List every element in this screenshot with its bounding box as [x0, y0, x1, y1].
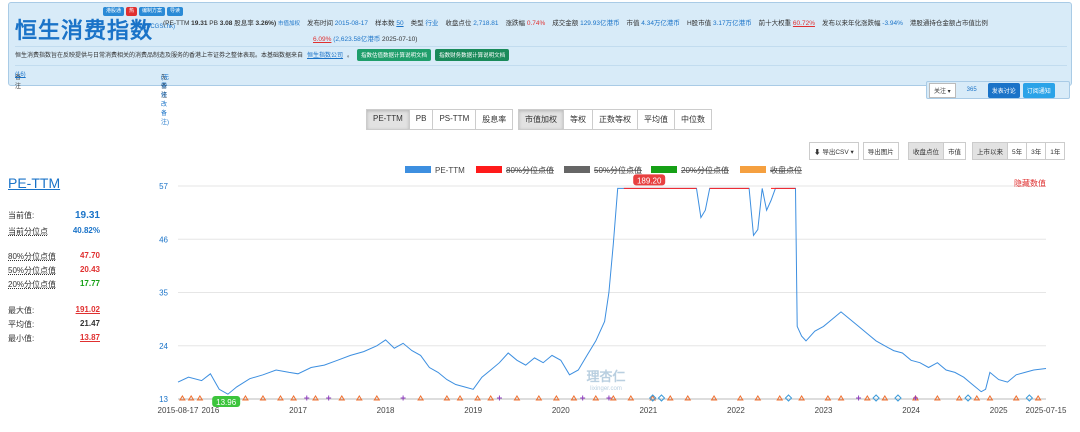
event-marker-diamond[interactable]	[964, 394, 972, 402]
y-tick-label: 24	[159, 342, 168, 351]
x-tick-label: 2018	[377, 406, 395, 415]
x-tick-label: 2025-07-15	[1026, 406, 1067, 415]
y-tick-label: 46	[159, 235, 168, 244]
event-marker-plus[interactable]	[496, 395, 502, 401]
y-tick-label: 57	[159, 182, 168, 191]
y-tick-label: 35	[159, 289, 168, 298]
x-tick-label: 2016	[202, 406, 220, 415]
legend-label[interactable]: 收盘点位	[770, 165, 802, 175]
x-tick-label: 2019	[464, 406, 482, 415]
x-tick-label: 2017	[289, 406, 307, 415]
event-marker-diamond[interactable]	[784, 394, 793, 402]
event-marker-plus[interactable]	[580, 395, 586, 401]
watermark-url: lixinger.com	[590, 386, 622, 392]
legend-label[interactable]: 20%分位点值	[681, 165, 729, 175]
pe-ttm-chart[interactable]: 13 24 35 46 57 2015-08-17 2016 2017 2018 2019 2020…	[0, 0, 1080, 432]
legend-label[interactable]: 50%分位点值	[594, 165, 642, 175]
legend-swatch[interactable]	[405, 166, 431, 173]
legend-label[interactable]: PE-TTM	[435, 166, 465, 175]
legend-swatch[interactable]	[651, 166, 677, 173]
legend-swatch[interactable]	[564, 166, 590, 173]
x-tick-label: 2024	[902, 406, 920, 415]
event-marker-diamond[interactable]	[894, 394, 902, 402]
x-tick-label: 2025	[990, 406, 1008, 415]
event-marker-plus[interactable]	[304, 395, 310, 401]
x-tick-label: 2020	[552, 406, 570, 415]
legend-swatch[interactable]	[476, 166, 502, 173]
y-tick-label: 13	[159, 395, 168, 404]
x-tick-label: 2015-08-17	[158, 406, 199, 415]
event-marker-plus[interactable]	[400, 395, 406, 401]
event-marker-diamond[interactable]	[872, 394, 880, 402]
legend-swatch[interactable]	[740, 166, 766, 173]
event-marker-diamond[interactable]	[1025, 394, 1034, 402]
legend-label[interactable]: 80%分位点值	[506, 165, 554, 175]
x-tick-label: 2022	[727, 406, 745, 415]
pe-ttm-line	[177, 187, 1047, 395]
hide-values-toggle[interactable]: 隐藏数值	[1014, 178, 1046, 188]
event-marker-plus[interactable]	[326, 395, 332, 401]
event-marker-plus[interactable]	[856, 395, 862, 401]
x-tick-label: 2021	[639, 406, 657, 415]
x-tick-label: 2023	[815, 406, 833, 415]
watermark-logo: 理杏仁	[586, 369, 625, 384]
event-marker-diamond[interactable]	[657, 394, 666, 402]
max-value-label: 189.20	[637, 176, 662, 185]
min-value-label: 13.96	[216, 398, 237, 407]
